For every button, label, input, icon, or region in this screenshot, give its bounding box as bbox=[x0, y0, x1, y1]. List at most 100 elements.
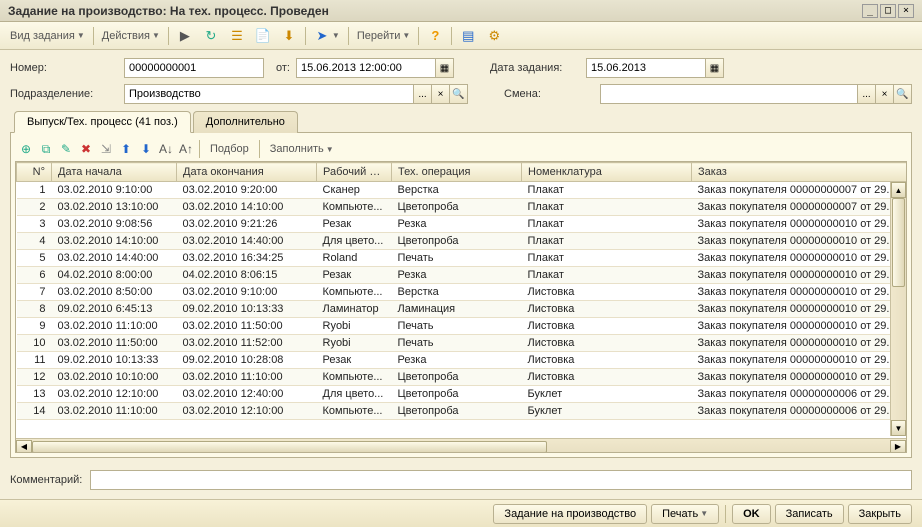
col-workcenter[interactable]: Рабочий це... bbox=[317, 163, 392, 182]
edit-button[interactable]: ✎ bbox=[57, 140, 75, 158]
table-row[interactable]: 703.02.2010 8:50:0003.02.2010 9:10:00Ком… bbox=[17, 284, 907, 301]
cell: 03.02.2010 9:21:26 bbox=[177, 216, 317, 233]
scroll-right-button[interactable]: ▶ bbox=[890, 440, 906, 454]
col-date-start[interactable]: Дата начала bbox=[52, 163, 177, 182]
move-up-button[interactable]: ⬆ bbox=[117, 140, 135, 158]
goto-menu[interactable]: Перейти▼ bbox=[353, 26, 415, 46]
tree-icon: ⬇ bbox=[281, 28, 297, 44]
col-date-end[interactable]: Дата окончания bbox=[177, 163, 317, 182]
add-button[interactable]: ⊕ bbox=[17, 140, 35, 158]
col-number[interactable]: N° bbox=[17, 163, 52, 182]
search-button[interactable]: 🔍 bbox=[894, 84, 912, 104]
table-row[interactable]: 903.02.2010 11:10:0003.02.2010 11:50:00R… bbox=[17, 318, 907, 335]
config1-button[interactable]: ▤ bbox=[456, 26, 480, 46]
ok-button[interactable]: OK bbox=[732, 504, 771, 524]
scroll-track[interactable] bbox=[32, 441, 890, 453]
minimize-button[interactable]: _ bbox=[862, 4, 878, 18]
production-task-button[interactable]: Задание на производство bbox=[493, 504, 647, 524]
cell: 03.02.2010 14:40:00 bbox=[52, 250, 177, 267]
report-button[interactable]: 📄 bbox=[251, 26, 275, 46]
comment-input[interactable] bbox=[90, 470, 912, 490]
table-row[interactable]: 503.02.2010 14:40:0003.02.2010 16:34:25R… bbox=[17, 250, 907, 267]
view-task-menu[interactable]: Вид задания▼ bbox=[6, 26, 89, 46]
basis-button[interactable]: ➤▼ bbox=[310, 26, 344, 46]
data-table: N° Дата начала Дата окончания Рабочий це… bbox=[16, 162, 906, 420]
table-row[interactable]: 303.02.2010 9:08:5603.02.2010 9:21:26Рез… bbox=[17, 216, 907, 233]
table-row[interactable]: 1003.02.2010 11:50:0003.02.2010 11:52:00… bbox=[17, 335, 907, 352]
table-row[interactable]: 1303.02.2010 12:10:0003.02.2010 12:40:00… bbox=[17, 386, 907, 403]
calendar-button[interactable]: ▦ bbox=[436, 58, 454, 78]
separator bbox=[259, 140, 260, 158]
vertical-scrollbar[interactable]: ▲ ▼ bbox=[890, 182, 906, 436]
from-date-input[interactable] bbox=[296, 58, 436, 78]
refresh-button[interactable]: ↻ bbox=[199, 26, 223, 46]
list-icon: ▤ bbox=[460, 28, 476, 44]
table-row[interactable]: 604.02.2010 8:00:0004.02.2010 8:06:15Рез… bbox=[17, 267, 907, 284]
fill-menu[interactable]: Заполнить▼ bbox=[264, 140, 340, 158]
close-doc-button[interactable]: Закрыть bbox=[848, 504, 912, 524]
copy-button[interactable]: ⧉ bbox=[37, 140, 55, 158]
move-down-button[interactable]: ⬇ bbox=[137, 140, 155, 158]
col-order[interactable]: Заказ bbox=[692, 163, 907, 182]
cell: 09.02.2010 10:13:33 bbox=[177, 301, 317, 318]
selection-button[interactable]: Подбор bbox=[204, 140, 255, 158]
dept-input[interactable] bbox=[124, 84, 414, 104]
config2-button[interactable]: ⚙ bbox=[482, 26, 506, 46]
help-button[interactable]: ? bbox=[423, 26, 447, 46]
table-row[interactable]: 809.02.2010 6:45:1309.02.2010 10:13:33Ла… bbox=[17, 301, 907, 318]
calendar-button[interactable]: ▦ bbox=[706, 58, 724, 78]
shift-input[interactable] bbox=[600, 84, 858, 104]
table-row[interactable]: 1203.02.2010 10:10:0003.02.2010 11:10:00… bbox=[17, 369, 907, 386]
actions-menu[interactable]: Действия▼ bbox=[98, 26, 164, 46]
number-input[interactable] bbox=[124, 58, 264, 78]
cell: 14 bbox=[17, 403, 52, 420]
table-row[interactable]: 403.02.2010 14:10:0003.02.2010 14:40:00Д… bbox=[17, 233, 907, 250]
end-button[interactable]: ⇲ bbox=[97, 140, 115, 158]
select-button[interactable]: ... bbox=[414, 84, 432, 104]
save-button[interactable]: Записать bbox=[775, 504, 844, 524]
cell: Плакат bbox=[522, 233, 692, 250]
col-operation[interactable]: Тех. операция bbox=[392, 163, 522, 182]
scroll-down-button[interactable]: ▼ bbox=[891, 420, 906, 436]
table-row[interactable]: 1109.02.2010 10:13:3309.02.2010 10:28:08… bbox=[17, 352, 907, 369]
scroll-track[interactable] bbox=[891, 198, 906, 420]
cell: 03.02.2010 11:10:00 bbox=[52, 318, 177, 335]
tab-release[interactable]: Выпуск/Тех. процесс (41 поз.) bbox=[14, 111, 191, 133]
sort-desc-button[interactable]: A↑ bbox=[177, 140, 195, 158]
cell: Ламинация bbox=[392, 301, 522, 318]
print-menu[interactable]: Печать▼ bbox=[651, 504, 719, 524]
col-nomenclature[interactable]: Номенклатура bbox=[522, 163, 692, 182]
scroll-thumb[interactable] bbox=[892, 198, 905, 287]
cell: 9 bbox=[17, 318, 52, 335]
search-button[interactable]: 🔍 bbox=[450, 84, 468, 104]
separator bbox=[725, 505, 726, 523]
task-date-input[interactable] bbox=[586, 58, 706, 78]
cell: Буклет bbox=[522, 386, 692, 403]
delete-button[interactable]: ✖ bbox=[77, 140, 95, 158]
select-button[interactable]: ... bbox=[858, 84, 876, 104]
clear-button[interactable]: × bbox=[432, 84, 450, 104]
structure-button[interactable]: ⬇ bbox=[277, 26, 301, 46]
table-scroll[interactable]: N° Дата начала Дата окончания Рабочий це… bbox=[16, 162, 906, 438]
cell: Плакат bbox=[522, 216, 692, 233]
cell: 09.02.2010 10:28:08 bbox=[177, 352, 317, 369]
table-row[interactable]: 103.02.2010 9:10:0003.02.2010 9:20:00Ска… bbox=[17, 182, 907, 199]
scroll-left-button[interactable]: ◀ bbox=[16, 440, 32, 454]
tab-extra[interactable]: Дополнительно bbox=[193, 111, 298, 133]
table-row[interactable]: 203.02.2010 13:10:0003.02.2010 14:10:00К… bbox=[17, 199, 907, 216]
list-button[interactable]: ☰ bbox=[225, 26, 249, 46]
scroll-thumb[interactable] bbox=[32, 441, 547, 453]
close-button[interactable]: × bbox=[898, 4, 914, 18]
sort-asc-button[interactable]: A↓ bbox=[157, 140, 175, 158]
clear-button[interactable]: × bbox=[876, 84, 894, 104]
cell: Заказ покупателя 00000000010 от 29... bbox=[692, 250, 907, 267]
cell: Заказ покупателя 00000000007 от 29... bbox=[692, 199, 907, 216]
separator bbox=[451, 27, 452, 45]
maximize-button[interactable]: □ bbox=[880, 4, 896, 18]
table-row[interactable]: 1403.02.2010 11:10:0003.02.2010 12:10:00… bbox=[17, 403, 907, 420]
post-button[interactable]: ▶ bbox=[173, 26, 197, 46]
scroll-up-button[interactable]: ▲ bbox=[891, 182, 906, 198]
horizontal-scrollbar[interactable]: ◀ ▶ bbox=[16, 438, 906, 453]
cell: 03.02.2010 13:10:00 bbox=[52, 199, 177, 216]
chevron-down-icon: ▼ bbox=[402, 31, 410, 40]
